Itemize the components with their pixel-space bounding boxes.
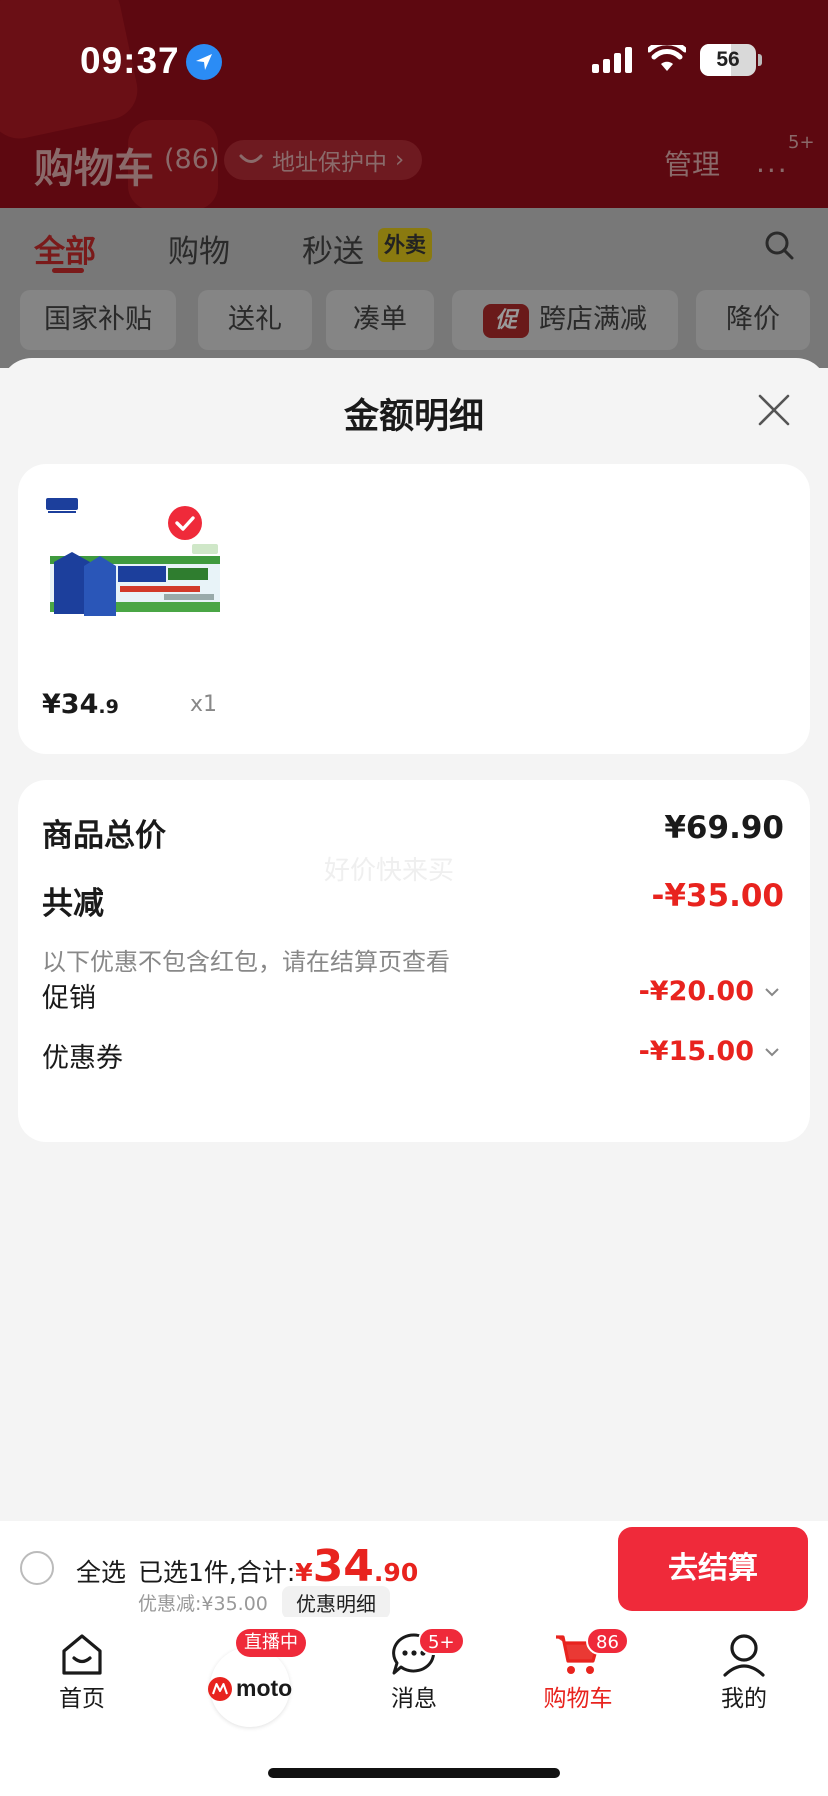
filter-add-on[interactable]: 凑单 bbox=[326, 290, 434, 350]
cart-title: 购物车 bbox=[34, 146, 154, 192]
battery-icon: 56 bbox=[700, 44, 756, 76]
product-price-int: ¥34 bbox=[42, 689, 99, 720]
tab-all[interactable]: 全部 bbox=[34, 226, 96, 271]
product-price: ¥34.9 bbox=[42, 689, 119, 720]
promo-badge: 促 bbox=[483, 303, 529, 338]
tab-messages-label: 消息 bbox=[391, 1686, 437, 1712]
cart-count: (86) bbox=[164, 144, 220, 175]
discount-amount: 优惠减:¥35.00 bbox=[138, 1593, 268, 1615]
select-all-checkbox[interactable] bbox=[20, 1551, 54, 1585]
more-badge: 5+ bbox=[788, 132, 815, 153]
total-currency: ¥ bbox=[295, 1558, 313, 1587]
filter-price-drop[interactable]: 降价 bbox=[696, 290, 810, 350]
select-all-label[interactable]: 全选 bbox=[76, 1553, 126, 1589]
product-quantity: x1 bbox=[190, 692, 218, 717]
goods-total-value: ¥69.90 bbox=[664, 810, 784, 846]
filter-national-subsidy[interactable]: 国家补贴 bbox=[20, 290, 176, 350]
coupon-value: -¥15.00 bbox=[638, 1036, 754, 1067]
tab-instant[interactable]: 秒送 bbox=[302, 226, 364, 271]
battery-tip bbox=[758, 54, 762, 66]
coupon-label: 优惠券 bbox=[42, 1043, 123, 1074]
product-image bbox=[44, 542, 230, 640]
price-breakdown-card: 好价快来买 商品总价 ¥69.90 共减 -¥35.00 以下优惠不包含红包，请… bbox=[18, 780, 810, 1142]
total-reduction-label: 共减 bbox=[42, 886, 104, 922]
filter-gift[interactable]: 送礼 bbox=[198, 290, 312, 350]
moto-text: moto bbox=[236, 1675, 293, 1701]
amount-detail-sheet: 金额明细 ¥34.9 x1 好价快来买 商品总价 ¥69.90 共减 -¥35.… bbox=[0, 358, 828, 1521]
product-price-decimal: .9 bbox=[98, 696, 119, 718]
home-icon bbox=[62, 1634, 102, 1675]
chevron-down-icon bbox=[765, 987, 779, 996]
tab-shopping[interactable]: 购物 bbox=[168, 226, 230, 271]
goods-total-label: 商品总价 bbox=[42, 818, 166, 854]
tab-cart-label: 购物车 bbox=[543, 1686, 613, 1712]
tab-messages[interactable]: 消息 5+ bbox=[354, 1627, 474, 1713]
discount-detail-button[interactable]: 优惠明细 bbox=[282, 1586, 390, 1619]
status-bar: 09:37 56 bbox=[0, 0, 828, 120]
order-summary: 已选1件,合计: ¥ 34 .90 bbox=[138, 1541, 418, 1592]
battery-percent: 56 bbox=[716, 48, 740, 71]
brand-logo bbox=[44, 494, 80, 516]
tab-all-underline bbox=[52, 268, 84, 273]
shield-smile-icon bbox=[239, 154, 263, 163]
discount-note: 以下优惠不包含红包，请在结算页查看 bbox=[42, 948, 450, 976]
moto-logo: moto bbox=[208, 1675, 292, 1702]
messages-badge: 5+ bbox=[418, 1627, 465, 1655]
status-time: 09:37 bbox=[80, 40, 180, 81]
promotion-value: -¥20.00 bbox=[638, 976, 754, 1007]
more-icon[interactable]: ··· bbox=[756, 154, 789, 187]
tab-home-label: 首页 bbox=[59, 1686, 105, 1712]
user-icon bbox=[723, 1634, 765, 1677]
address-protection-pill[interactable]: 地址保护中 › bbox=[224, 140, 423, 180]
promotion-label: 促销 bbox=[42, 983, 96, 1014]
tab-cart[interactable]: 购物车 86 bbox=[518, 1627, 638, 1713]
tab-mine-label: 我的 bbox=[721, 1686, 767, 1712]
checkout-bar: 全选 已选1件,合计: ¥ 34 .90 优惠减:¥35.00 优惠明细 去结算 bbox=[0, 1521, 828, 1619]
sheet-title: 金额明细 bbox=[343, 397, 484, 437]
selected-check-icon[interactable] bbox=[168, 506, 202, 540]
location-arrow-icon bbox=[186, 44, 222, 80]
home-indicator bbox=[268, 1768, 560, 1778]
tab-mine[interactable]: 我的 bbox=[684, 1631, 804, 1713]
tab-live[interactable]: 直播中 moto bbox=[200, 1627, 306, 1727]
selected-count-text: 已选1件,合计: bbox=[138, 1558, 296, 1587]
promotion-row-toggle[interactable]: -¥20.00 bbox=[639, 976, 780, 1007]
cart-badge: 86 bbox=[586, 1627, 629, 1655]
motorola-icon bbox=[208, 1676, 232, 1701]
live-badge: 直播中 bbox=[236, 1629, 306, 1657]
wifi-icon bbox=[648, 45, 686, 71]
close-icon[interactable] bbox=[756, 392, 792, 428]
search-icon[interactable] bbox=[764, 230, 794, 260]
filter-cross-store-label: 跨店满减 bbox=[539, 304, 647, 335]
manage-button[interactable]: 管理 bbox=[664, 143, 720, 183]
waimai-tag: 外卖 bbox=[378, 228, 432, 262]
cellular-signal-icon bbox=[592, 47, 632, 73]
filter-cross-store-discount[interactable]: 促跨店满减 bbox=[452, 290, 678, 350]
product-card[interactable]: ¥34.9 x1 bbox=[18, 464, 810, 754]
address-protection-label: 地址保护中 bbox=[272, 150, 387, 176]
chevron-down-icon bbox=[765, 1047, 779, 1056]
tab-home[interactable]: 首页 bbox=[22, 1631, 142, 1713]
checkout-button[interactable]: 去结算 bbox=[618, 1527, 808, 1611]
total-reduction-value: -¥35.00 bbox=[651, 878, 785, 914]
coupon-row-toggle[interactable]: -¥15.00 bbox=[639, 1036, 780, 1067]
total-integer: 34 bbox=[312, 1541, 374, 1592]
total-decimal: .90 bbox=[373, 1558, 419, 1587]
watermark: 好价快来买 bbox=[324, 856, 455, 886]
chevron-right-icon: › bbox=[395, 147, 405, 173]
